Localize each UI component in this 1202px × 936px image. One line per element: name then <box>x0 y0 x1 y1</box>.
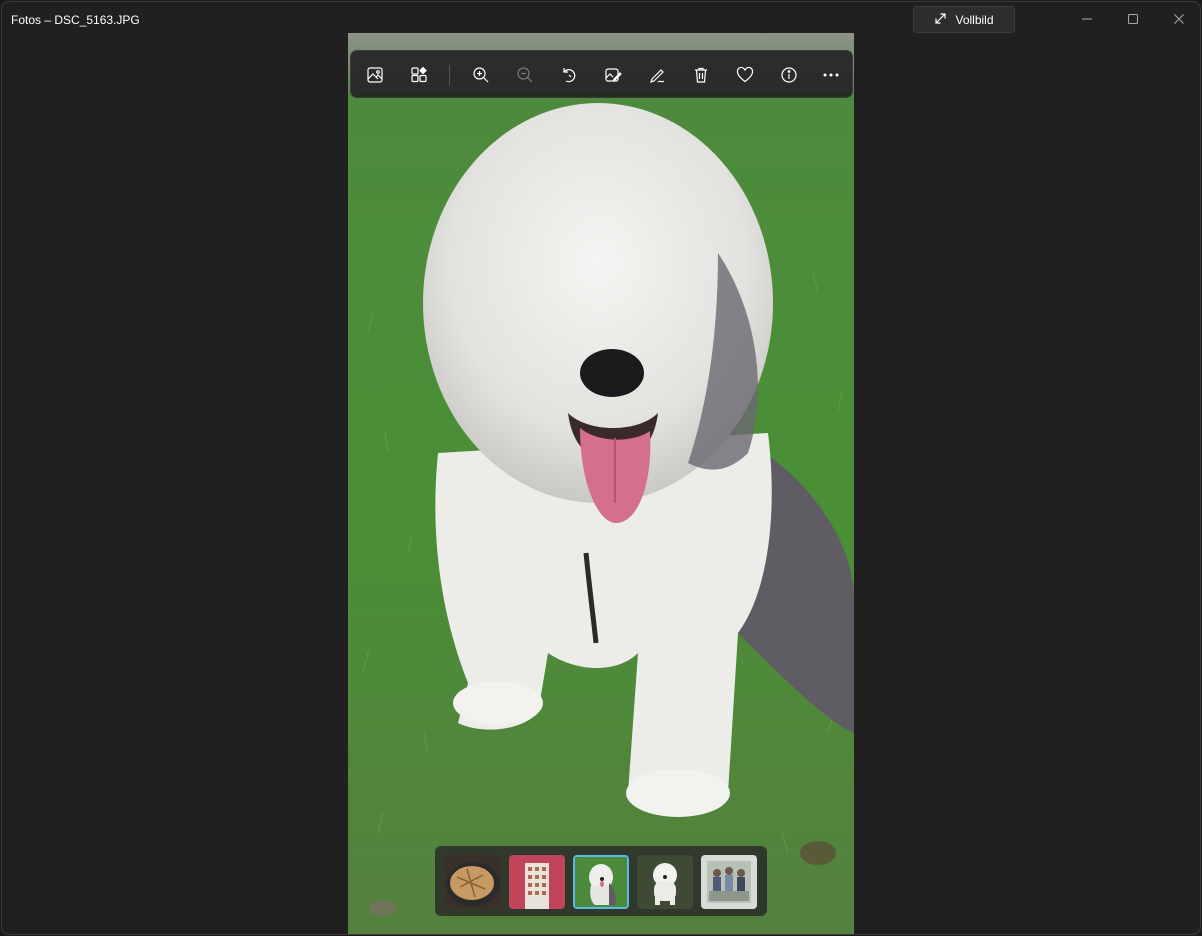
thumb-people[interactable] <box>701 855 757 909</box>
thumb-building[interactable] <box>509 855 565 909</box>
thumb-bread[interactable] <box>445 855 501 909</box>
maximize-icon <box>1128 14 1138 24</box>
zoom-in-icon <box>473 67 489 83</box>
zoom-out-icon <box>517 67 533 83</box>
fullscreen-button[interactable]: Vollbild <box>913 6 1015 33</box>
zoom-in-button[interactable] <box>463 57 499 93</box>
expand-icon <box>934 12 947 28</box>
photo-toolbar <box>350 50 853 98</box>
maximize-button[interactable] <box>1110 2 1156 36</box>
heart-icon <box>736 66 754 83</box>
main-photo <box>348 33 854 934</box>
trash-icon <box>695 67 707 83</box>
delete-button[interactable] <box>683 57 719 93</box>
close-icon <box>1174 14 1184 24</box>
close-button[interactable] <box>1156 2 1200 36</box>
rotate-button[interactable] <box>551 57 587 93</box>
window-title: Fotos – DSC_5163.JPG <box>11 13 140 27</box>
fullscreen-label: Vollbild <box>955 12 994 27</box>
pen-icon <box>650 69 665 83</box>
draw-button[interactable] <box>639 57 675 93</box>
minimize-button[interactable] <box>1064 2 1110 36</box>
info-button[interactable] <box>771 57 807 93</box>
thumb-dog-standing[interactable] <box>637 855 693 909</box>
thumb-dog-sitting[interactable] <box>573 855 629 909</box>
zoom-out-button[interactable] <box>507 57 543 93</box>
more-icon <box>823 73 839 77</box>
filmstrip <box>435 846 767 916</box>
grid-icon <box>411 66 427 83</box>
rotate-icon <box>563 68 576 83</box>
edit-image-button[interactable] <box>595 57 631 93</box>
gallery-button[interactable] <box>401 57 437 93</box>
favorite-button[interactable] <box>727 57 763 93</box>
toolbar-separator <box>449 65 450 85</box>
edit-image-icon <box>605 68 622 82</box>
minimize-icon <box>1082 18 1092 20</box>
image-icon <box>367 67 383 83</box>
info-icon <box>781 67 797 83</box>
more-button[interactable] <box>813 57 849 93</box>
view-photo-button[interactable] <box>357 57 393 93</box>
